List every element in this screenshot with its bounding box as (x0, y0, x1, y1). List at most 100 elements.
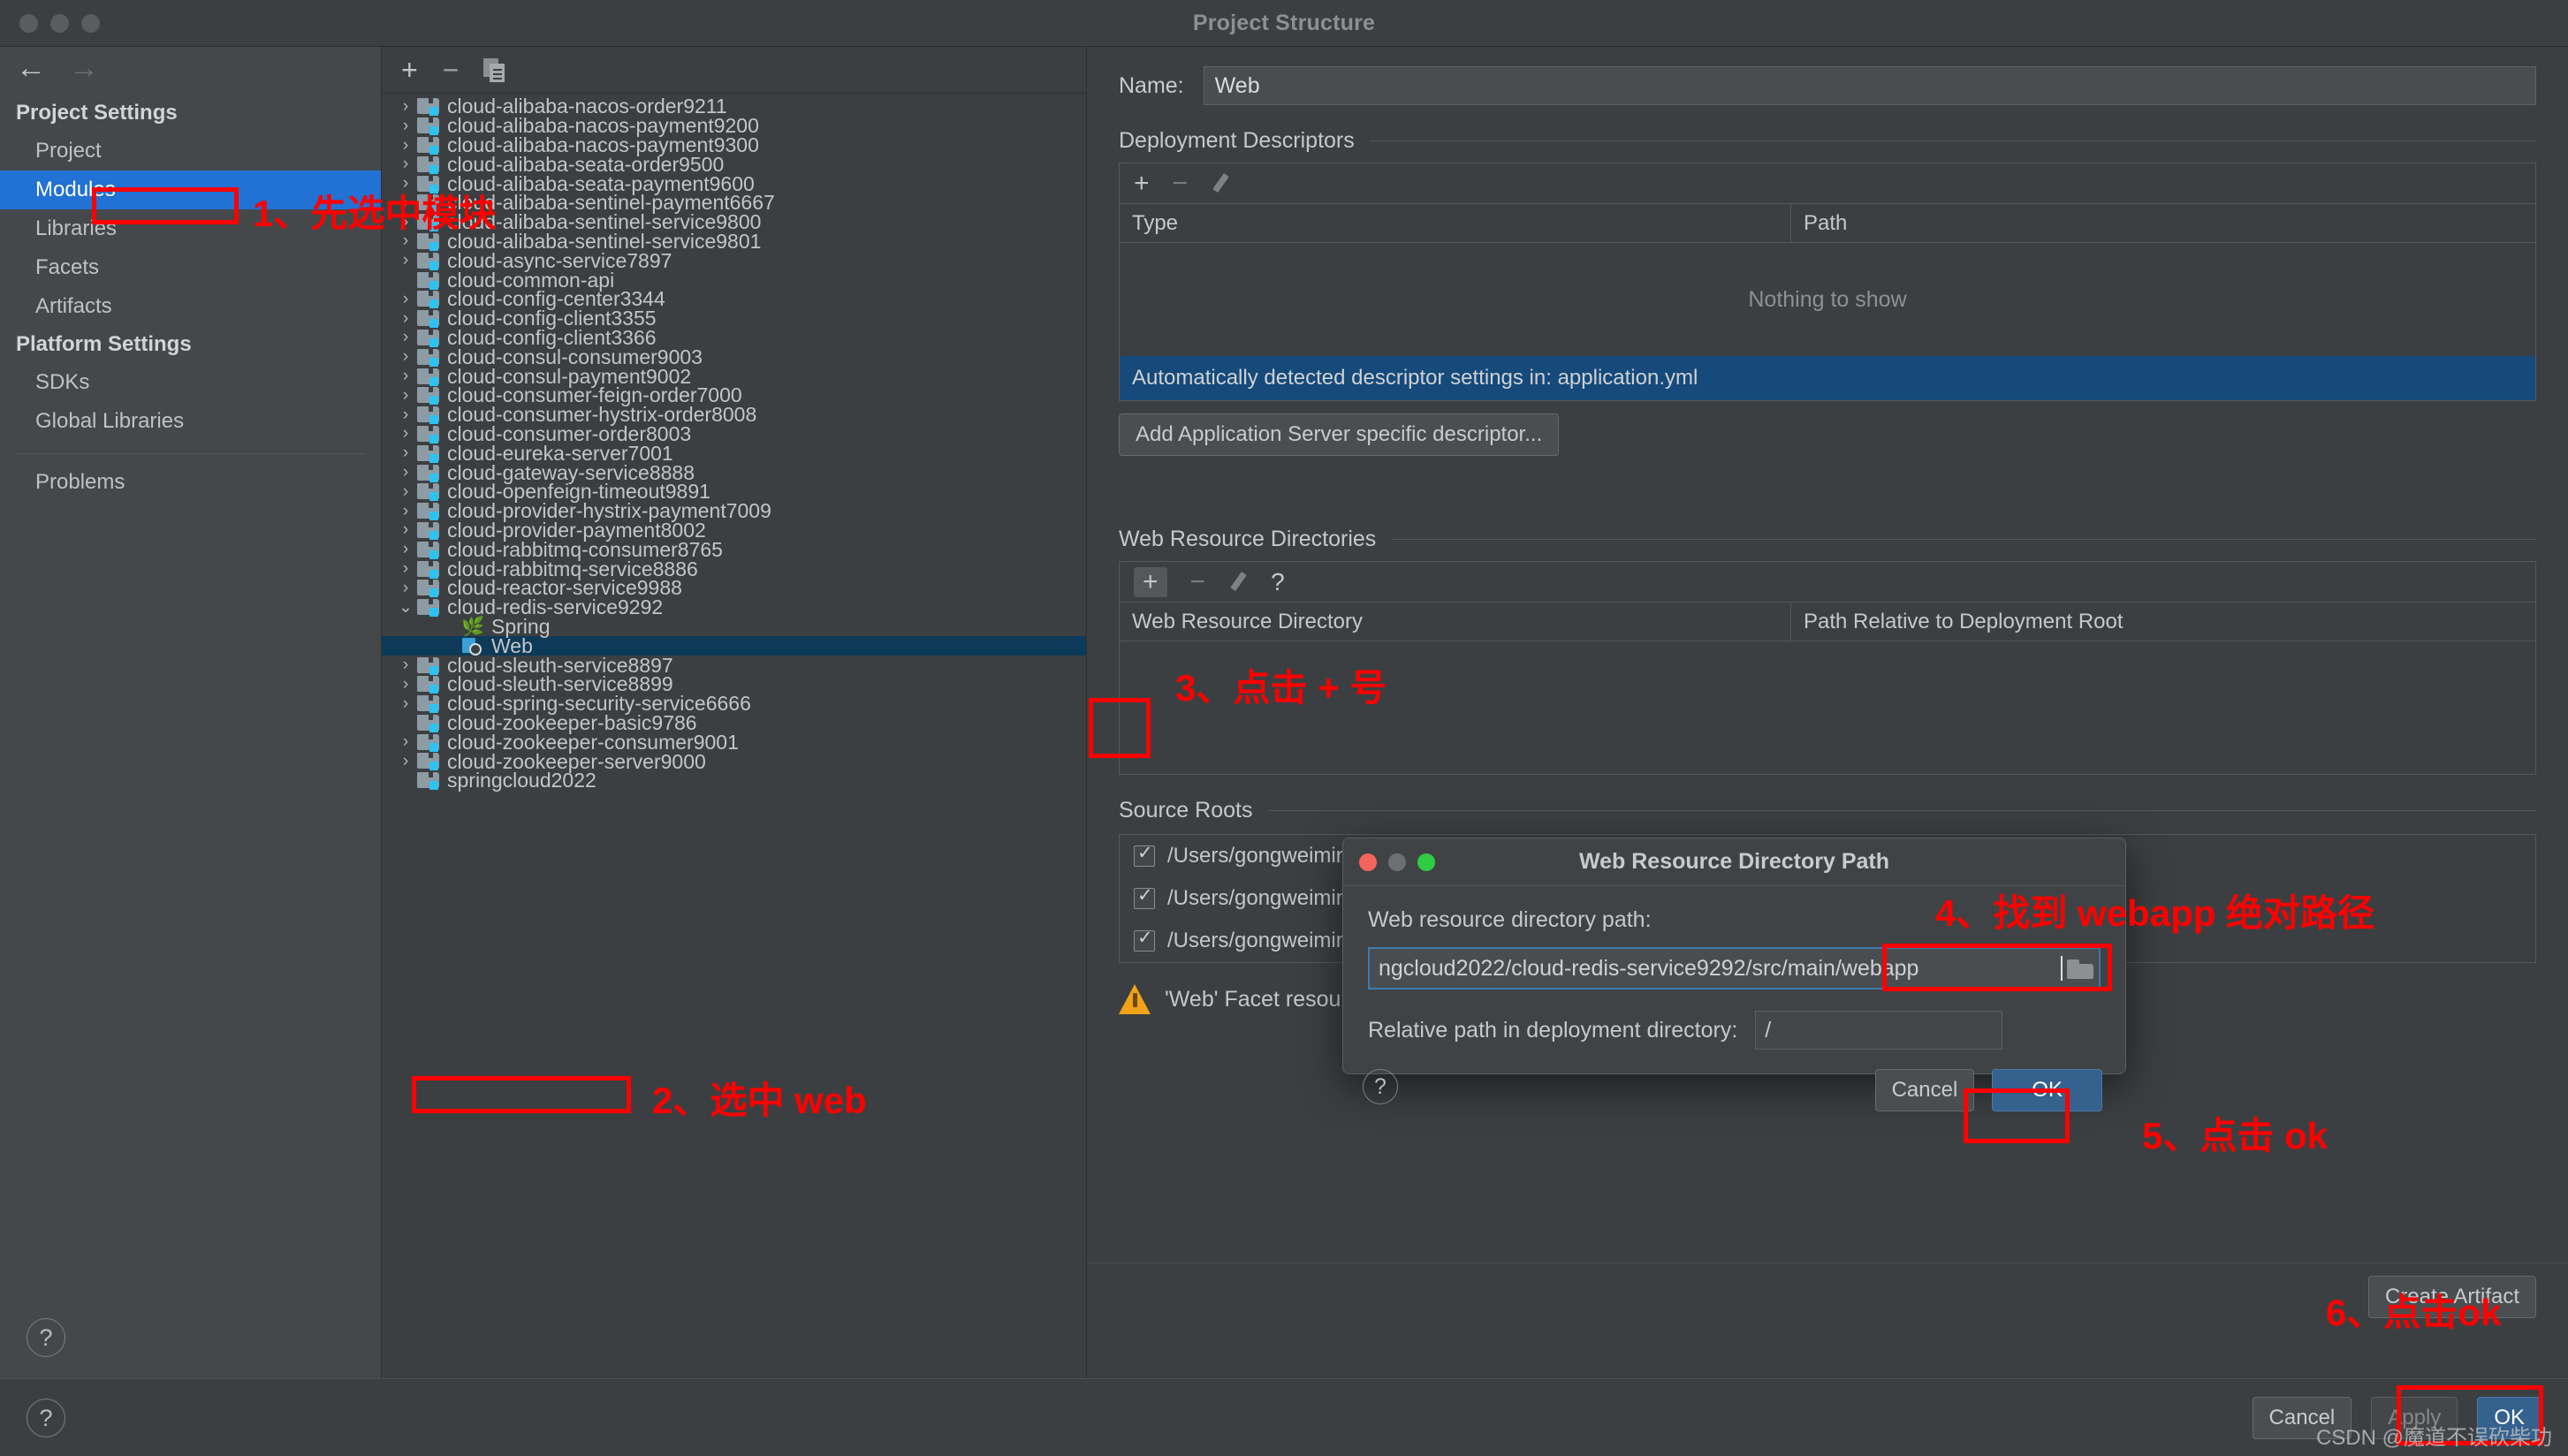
module-tree-toolbar: + − (382, 47, 1086, 94)
settings-sidebar: ← → Project Settings Project Modules Lib… (0, 47, 382, 1378)
sidebar-item-global-libraries[interactable]: Global Libraries (0, 402, 381, 441)
dd-table-header: Type Path (1120, 204, 2535, 243)
sidebar-item-facets[interactable]: Facets (0, 248, 381, 287)
modal-help-icon[interactable]: ? (1363, 1069, 1398, 1104)
module-icon (417, 252, 439, 270)
module-tree-row[interactable]: springcloud2022 (382, 769, 1086, 792)
chevron-right-icon[interactable]: › (394, 117, 417, 136)
module-icon (417, 406, 439, 425)
module-tree-list[interactable]: › cloud-alibaba-nacos-order9211 › cloud-ali… (382, 94, 1086, 1378)
annotation-step-6: 6、点击ok (2326, 1292, 2502, 1333)
chevron-right-icon[interactable]: › (394, 290, 417, 309)
module-icon (417, 136, 439, 155)
copy-module-icon[interactable] (483, 57, 505, 82)
chevron-down-icon[interactable]: ⌄ (394, 597, 417, 618)
chevron-right-icon[interactable]: › (394, 656, 417, 675)
forward-arrow-icon[interactable]: → (69, 53, 99, 83)
section-rule (1370, 140, 2536, 141)
wrd-column-directory: Web Resource Directory (1120, 603, 1791, 641)
modal-title: Web Resource Directory Path (1578, 849, 1890, 874)
sidebar-item-project[interactable]: Project (0, 132, 381, 171)
footer-help-icon[interactable]: ? (27, 1399, 65, 1437)
sidebar-item-artifacts[interactable]: Artifacts (0, 287, 381, 326)
window-titlebar: Project Structure (0, 0, 2568, 47)
sidebar-divider (16, 453, 365, 454)
facet-name-input[interactable] (1203, 66, 2536, 105)
chevron-right-icon[interactable]: › (394, 579, 417, 598)
chevron-right-icon[interactable]: › (394, 136, 417, 155)
chevron-right-icon[interactable]: › (394, 732, 417, 752)
chevron-right-icon[interactable]: › (394, 309, 417, 329)
deployment-descriptors-toolbar: + − (1120, 163, 2535, 204)
sidebar-item-problems[interactable]: Problems (0, 463, 381, 502)
folder-icon[interactable] (2067, 958, 2093, 979)
source-root-checkbox[interactable] (1134, 928, 1155, 952)
module-icon (417, 694, 439, 714)
modal-ok-button[interactable]: OK (1992, 1069, 2102, 1111)
add-module-icon[interactable]: + (401, 56, 418, 84)
module-icon (417, 368, 439, 386)
module-icon (417, 541, 439, 559)
module-icon (417, 425, 439, 444)
module-tree-row[interactable]: 🌿 Spring (382, 615, 1086, 638)
chevron-right-icon[interactable]: › (394, 675, 417, 694)
source-root-checkbox[interactable] (1134, 843, 1155, 867)
chevron-right-icon[interactable]: › (394, 444, 417, 463)
source-roots-title: Source Roots (1119, 798, 1253, 823)
modal-relative-input[interactable] (1755, 1011, 2003, 1050)
chevron-right-icon[interactable]: › (394, 155, 417, 174)
chevron-right-icon[interactable]: › (394, 482, 417, 502)
wrd-add-icon[interactable]: + (1134, 566, 1167, 597)
dd-add-icon[interactable]: + (1134, 170, 1150, 197)
module-tree-row[interactable]: ⌄ cloud-redis-service9292 (382, 595, 1086, 618)
module-icon (417, 771, 439, 791)
web-facet-icon (461, 637, 483, 656)
chevron-right-icon[interactable]: › (394, 424, 417, 444)
chevron-right-icon[interactable]: › (394, 540, 417, 559)
add-app-server-descriptor-button[interactable]: Add Application Server specific descript… (1119, 413, 1560, 456)
module-icon (417, 309, 439, 329)
chevron-right-icon[interactable]: › (394, 328, 417, 347)
source-root-checkbox[interactable] (1134, 885, 1155, 909)
sidebar-item-sdks[interactable]: SDKs (0, 363, 381, 402)
module-tree-pane: + − › cloud-alibaba-nacos-order9211 › cloud… (382, 47, 1087, 1378)
dd-remove-icon[interactable]: − (1173, 170, 1189, 197)
modal-path-input[interactable]: ngcloud2022/cloud-redis-service9292/src/… (1368, 947, 2101, 990)
remove-module-icon[interactable]: − (443, 56, 460, 84)
dialog-footer: ? Cancel Apply OK (0, 1378, 2568, 1456)
module-icon (417, 502, 439, 521)
help-icon[interactable]: ? (27, 1318, 65, 1357)
chevron-right-icon[interactable]: › (394, 386, 417, 406)
chevron-right-icon[interactable]: › (394, 406, 417, 425)
spring-leaf-icon: 🌿 (461, 616, 485, 637)
project-structure-window: Project Structure ← → Project Settings P… (0, 0, 2568, 1456)
chevron-right-icon[interactable]: › (394, 694, 417, 714)
chevron-right-icon[interactable]: › (394, 97, 417, 117)
chevron-right-icon[interactable]: › (394, 251, 417, 270)
deployment-descriptors-title: Deployment Descriptors (1119, 128, 1355, 153)
back-arrow-icon[interactable]: ← (16, 53, 46, 83)
chevron-right-icon[interactable]: › (394, 502, 417, 521)
chevron-right-icon[interactable]: › (394, 463, 417, 482)
modal-cancel-button[interactable]: Cancel (1874, 1069, 1975, 1111)
dd-autodetect-strip[interactable]: Automatically detected descriptor settin… (1120, 356, 2535, 400)
dd-edit-pencil-icon[interactable] (1211, 174, 1230, 193)
module-icon (417, 97, 439, 117)
chevron-right-icon[interactable]: › (394, 347, 417, 367)
chevron-right-icon[interactable]: › (394, 520, 417, 540)
dd-column-type: Type (1120, 204, 1791, 242)
chevron-right-icon[interactable]: › (394, 367, 417, 386)
chevron-right-icon[interactable]: › (394, 559, 417, 579)
wrd-remove-icon[interactable]: − (1190, 568, 1206, 595)
module-icon (417, 560, 439, 579)
nav-history-bar: ← → (0, 47, 381, 89)
wrd-edit-pencil-icon[interactable] (1228, 573, 1248, 592)
dd-empty-text: Nothing to show (1748, 286, 1907, 312)
wrd-help-icon[interactable]: ? (1271, 569, 1285, 595)
window-title: Project Structure (1192, 10, 1376, 35)
module-icon (417, 579, 439, 598)
sidebar-group-platform-settings: Platform Settings (16, 332, 192, 356)
module-icon (417, 117, 439, 136)
chevron-right-icon[interactable]: › (394, 752, 417, 771)
